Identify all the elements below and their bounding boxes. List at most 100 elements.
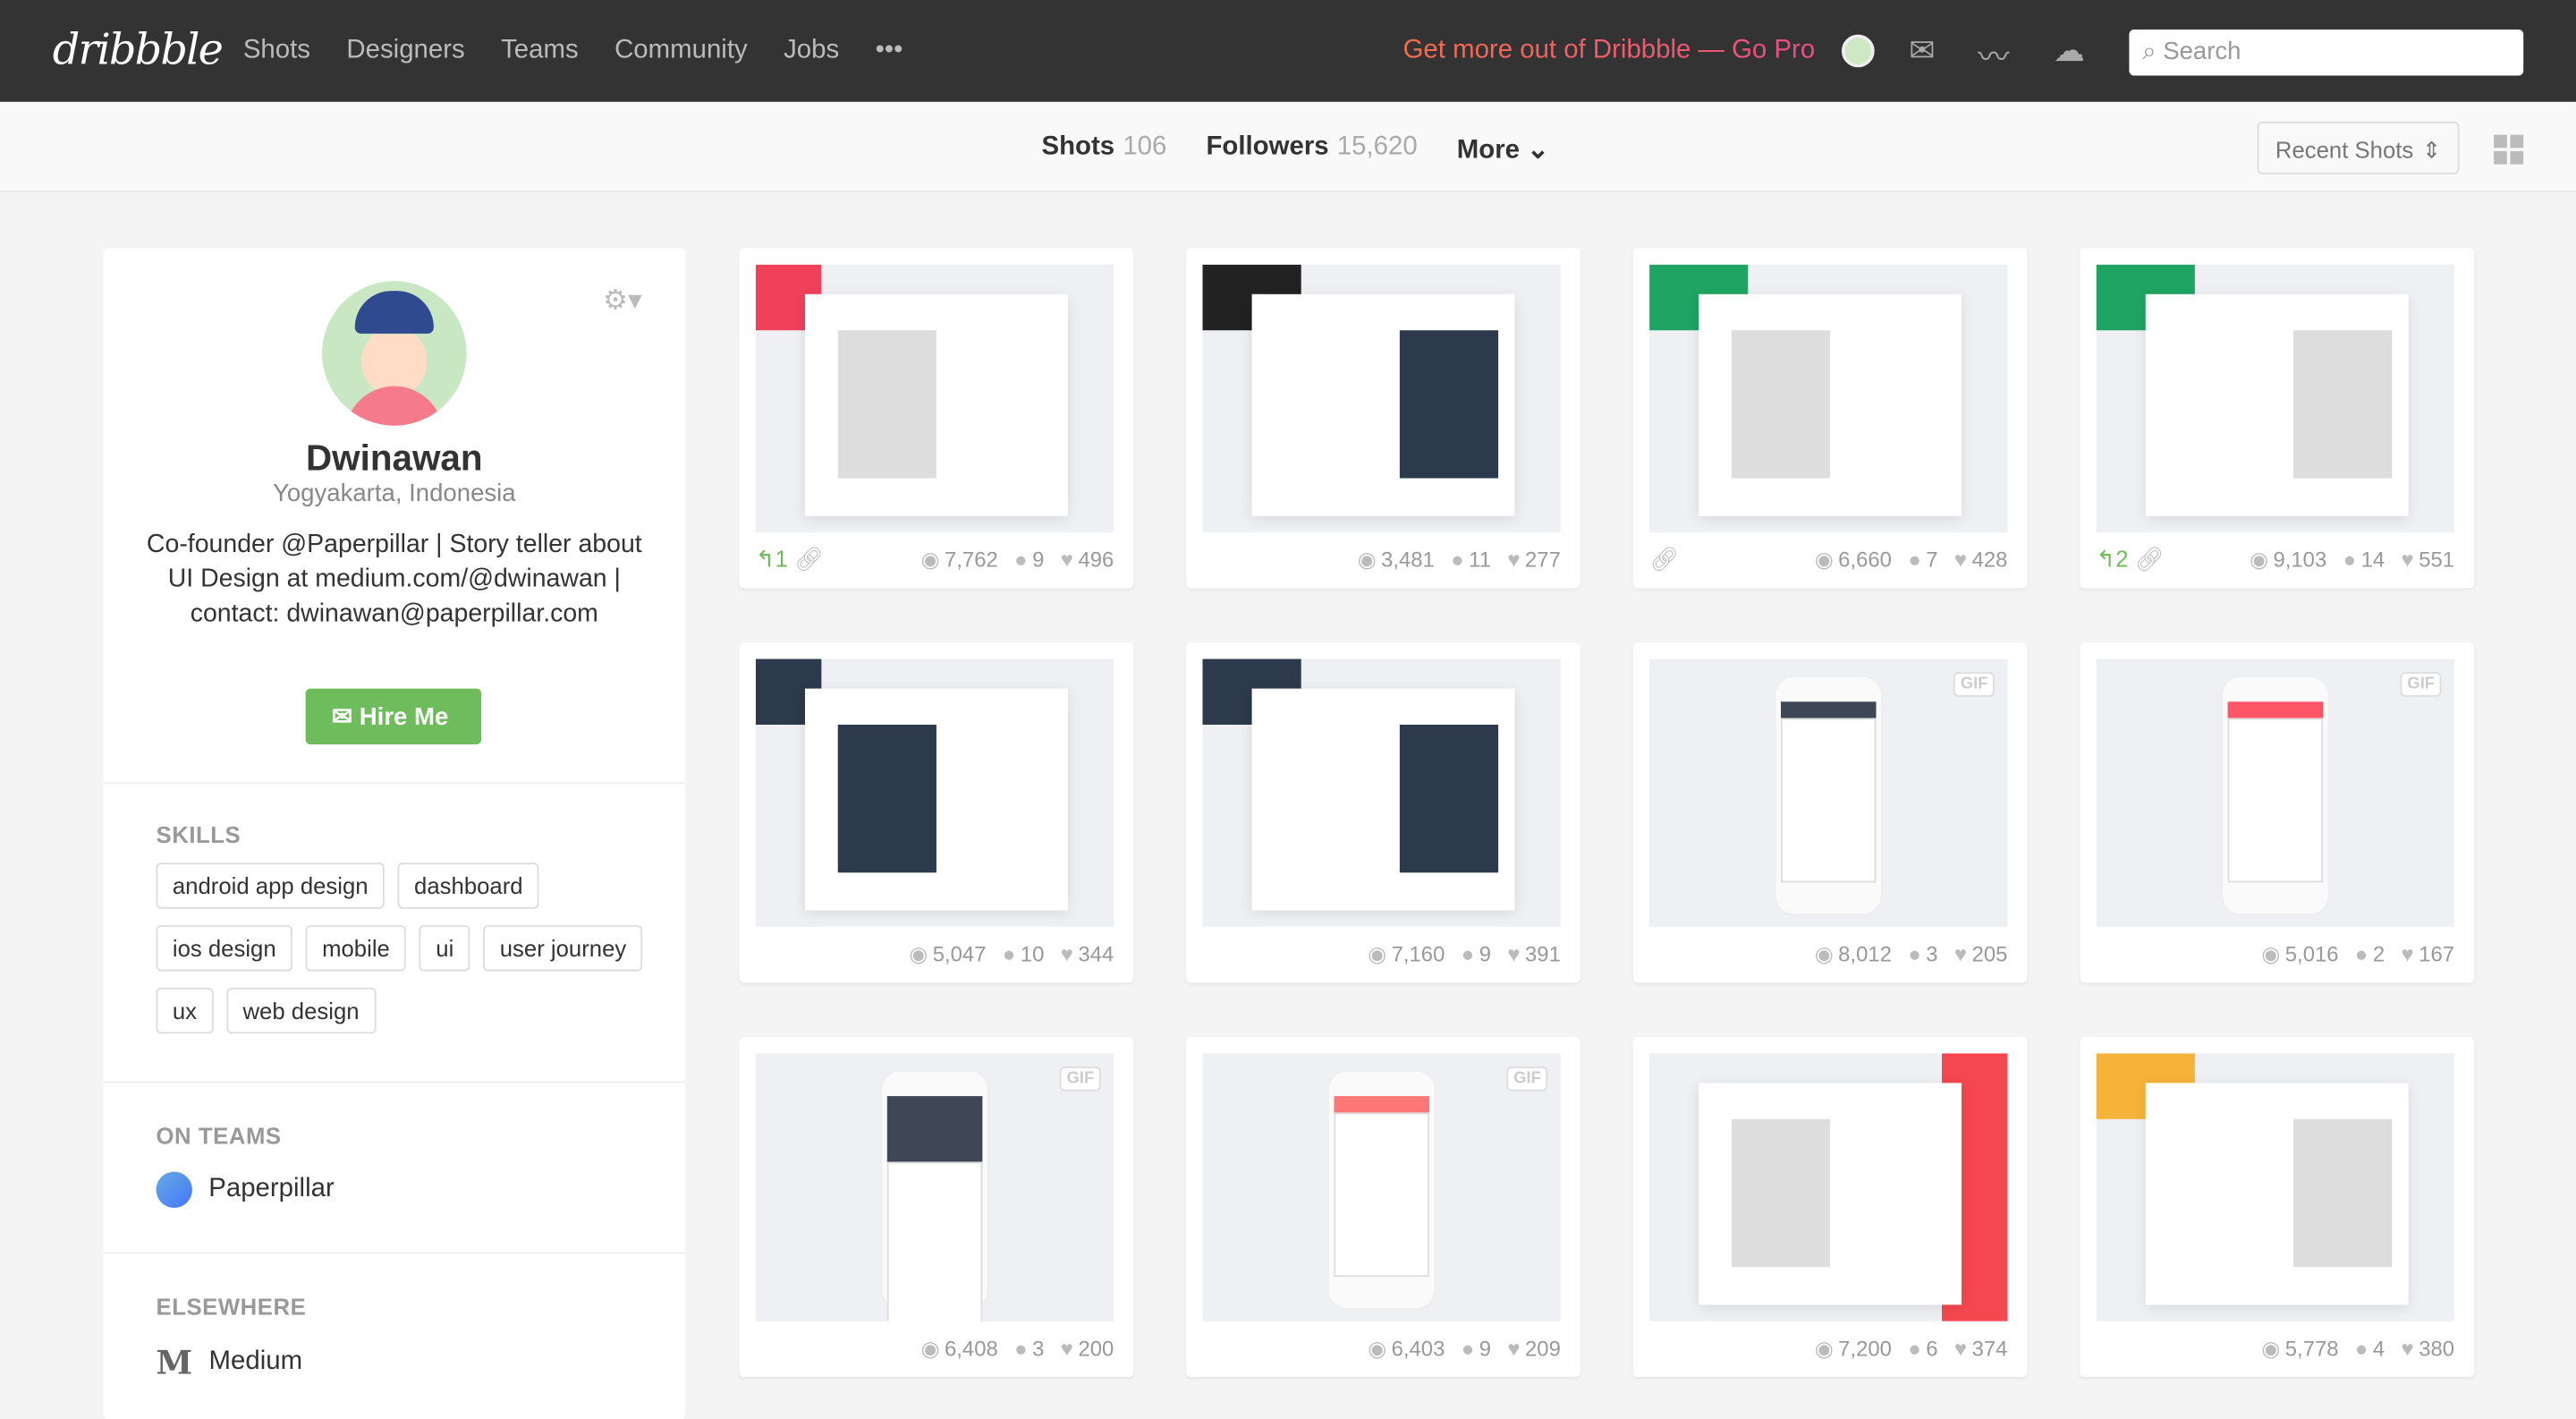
likes-stat[interactable]: ♥ 344 <box>1061 941 1114 967</box>
likes-stat[interactable]: ♥ 496 <box>1061 548 1114 574</box>
comments-stat[interactable]: ● 14 <box>2343 548 2385 574</box>
skill-tag[interactable]: web design <box>226 987 376 1034</box>
nav-teams[interactable]: Teams <box>501 36 579 65</box>
comments-stat[interactable]: ● 6 <box>1908 1336 1937 1362</box>
nav-jobs[interactable]: Jobs <box>784 36 839 65</box>
likes-stat[interactable]: ♥ 374 <box>1954 1336 2008 1362</box>
settings-gear-icon[interactable]: ⚙▾ <box>603 285 642 318</box>
shot-thumbnail[interactable]: GIF <box>1202 1053 1561 1321</box>
skill-tag[interactable]: dashboard <box>397 862 539 909</box>
rebound-icon[interactable]: ↰ <box>2097 546 2116 572</box>
heart-icon: ♥ <box>1953 547 1968 573</box>
skill-tag[interactable]: user journey <box>483 925 643 972</box>
likes-stat[interactable]: ♥ 428 <box>1954 548 2008 574</box>
likes-stat[interactable]: ♥ 205 <box>1954 941 2008 967</box>
comments-stat[interactable]: ● 2 <box>2355 941 2385 967</box>
views-stat: ◉ 5,778 <box>2261 1336 2339 1361</box>
likes-stat[interactable]: ♥ 380 <box>2402 1336 2455 1362</box>
shot-card[interactable]: ◉ 3,481 ● 11 ♥ 277 <box>1186 248 1580 589</box>
shot-thumbnail[interactable] <box>1649 264 2008 533</box>
nav-community[interactable]: Community <box>614 36 748 65</box>
likes-stat[interactable]: ♥ 167 <box>2402 941 2455 967</box>
shot-thumbnail[interactable] <box>1649 1053 2008 1321</box>
activity-icon[interactable]: 〰 <box>1978 33 2009 78</box>
comments-stat[interactable]: ● 3 <box>1908 941 1937 967</box>
nav-shots[interactable]: Shots <box>243 36 310 65</box>
shot-stats: ◉ 7,160 ● 9 ♥ 391 <box>1368 941 1561 967</box>
shot-card[interactable]: ◉ 5,778 ● 4 ♥ 380 <box>2080 1036 2475 1378</box>
likes-stat[interactable]: ♥ 551 <box>2402 548 2455 574</box>
shot-card[interactable]: GIF ◉ 6,403 ● 9 ♥ 209 <box>1186 1036 1580 1378</box>
shot-card[interactable]: ◉ 7,160 ● 9 ♥ 391 <box>1186 642 1580 983</box>
shot-thumbnail[interactable] <box>1202 659 1561 927</box>
likes-stat[interactable]: ♥ 391 <box>1507 941 1561 967</box>
heart-icon: ♥ <box>2401 941 2414 966</box>
views-stat: ◉ 6,408 <box>920 1336 998 1361</box>
go-pro-link[interactable]: Get more out of Dribbble — Go Pro <box>1403 36 1816 65</box>
medium-link[interactable]: M Medium <box>156 1343 302 1382</box>
comments-stat[interactable]: ● 7 <box>1908 548 1937 574</box>
profile-avatar <box>321 281 467 426</box>
comments-stat[interactable]: ● 9 <box>1462 941 1491 967</box>
envelope-icon: ✉ <box>332 703 360 732</box>
shot-thumbnail[interactable]: GIF <box>1649 659 2008 927</box>
eye-icon: ◉ <box>1357 547 1377 573</box>
shot-card[interactable]: GIF ◉ 6,408 ● 3 ♥ 200 <box>739 1036 1134 1378</box>
skill-tag[interactable]: ui <box>419 925 470 972</box>
shot-card[interactable]: ↰1 🔗︎ ◉ 7,762 ● 9 ♥ 496 <box>739 248 1134 589</box>
likes-stat[interactable]: ♥ 200 <box>1061 1336 1114 1362</box>
shot-thumbnail[interactable] <box>755 264 1114 533</box>
shot-stats: ◉ 9,103 ● 14 ♥ 551 <box>2250 548 2454 574</box>
tab-followers[interactable]: Followers 15,620 <box>1206 133 1417 166</box>
tab-shots[interactable]: Shots 106 <box>1041 133 1166 166</box>
rebound-icon[interactable]: ↰ <box>756 546 775 572</box>
user-avatar[interactable] <box>1841 34 1875 68</box>
views-stat: ◉ 6,403 <box>1368 1336 1445 1361</box>
attachment-icon[interactable]: 🔗︎ <box>2135 546 2165 572</box>
sort-select[interactable]: Recent Shots ⇕ <box>2257 121 2460 174</box>
shot-thumbnail[interactable] <box>1202 264 1561 533</box>
attachment-icon[interactable]: 🔗︎ <box>794 546 824 572</box>
search-input[interactable]: ⌕ Search <box>2129 30 2524 76</box>
top-navbar: dribbble Shots Designers Teams Community… <box>0 0 2576 102</box>
more-dots-icon[interactable]: ••• <box>876 36 903 65</box>
shot-card[interactable]: ◉ 7,200 ● 6 ♥ 374 <box>1632 1036 2028 1378</box>
teams-heading: ON TEAMS <box>156 1122 282 1149</box>
shot-card[interactable]: ◉ 5,047 ● 10 ♥ 344 <box>739 642 1134 983</box>
skill-tag[interactable]: ios design <box>156 925 293 972</box>
comment-icon: ● <box>1908 547 1921 573</box>
mail-icon[interactable]: ✉ <box>1909 33 1935 71</box>
likes-stat[interactable]: ♥ 209 <box>1507 1336 1561 1362</box>
shot-card[interactable]: ↰2 🔗︎ ◉ 9,103 ● 14 ♥ 551 <box>2080 248 2475 589</box>
shot-meta-left: ↰1 🔗︎ <box>756 546 824 574</box>
skill-tag[interactable]: android app design <box>156 862 385 909</box>
gif-badge: GIF <box>1060 1066 1101 1092</box>
comments-stat[interactable]: ● 11 <box>1451 548 1491 574</box>
shot-card[interactable]: GIF ◉ 5,016 ● 2 ♥ 167 <box>2080 642 2475 983</box>
attachment-icon[interactable]: 🔗︎ <box>1649 546 1679 572</box>
shot-thumbnail[interactable]: GIF <box>755 1053 1114 1321</box>
shot-card[interactable]: 🔗︎ ◉ 6,660 ● 7 ♥ 428 <box>1632 248 2028 589</box>
comments-stat[interactable]: ● 4 <box>2355 1336 2385 1362</box>
shot-thumbnail[interactable] <box>755 659 1114 927</box>
likes-stat[interactable]: ♥ 277 <box>1507 548 1561 574</box>
shot-thumbnail[interactable]: GIF <box>2096 659 2455 927</box>
comments-stat[interactable]: ● 10 <box>1003 941 1045 967</box>
upload-cloud-icon[interactable]: ☁ <box>2054 33 2085 71</box>
tab-more[interactable]: More ⌄ <box>1457 133 1549 166</box>
shot-thumbnail[interactable] <box>2096 264 2455 533</box>
nav-designers[interactable]: Designers <box>346 36 464 65</box>
heart-icon: ♥ <box>2401 1336 2414 1361</box>
shot-thumbnail[interactable] <box>2096 1053 2455 1321</box>
team-link[interactable]: Paperpillar <box>156 1171 335 1208</box>
hire-me-button[interactable]: ✉ Hire Me <box>305 688 482 745</box>
dribbble-logo[interactable]: dribbble <box>53 26 224 75</box>
shot-card[interactable]: GIF ◉ 8,012 ● 3 ♥ 205 <box>1632 642 2028 983</box>
comments-stat[interactable]: ● 9 <box>1462 1336 1491 1362</box>
skill-tag[interactable]: ux <box>156 987 214 1034</box>
comments-stat[interactable]: ● 3 <box>1014 1336 1044 1362</box>
shot-stats: ◉ 8,012 ● 3 ♥ 205 <box>1815 941 2008 967</box>
comments-stat[interactable]: ● 9 <box>1014 548 1044 574</box>
skill-tag[interactable]: mobile <box>305 925 407 972</box>
grid-view-icon[interactable] <box>2494 134 2524 165</box>
